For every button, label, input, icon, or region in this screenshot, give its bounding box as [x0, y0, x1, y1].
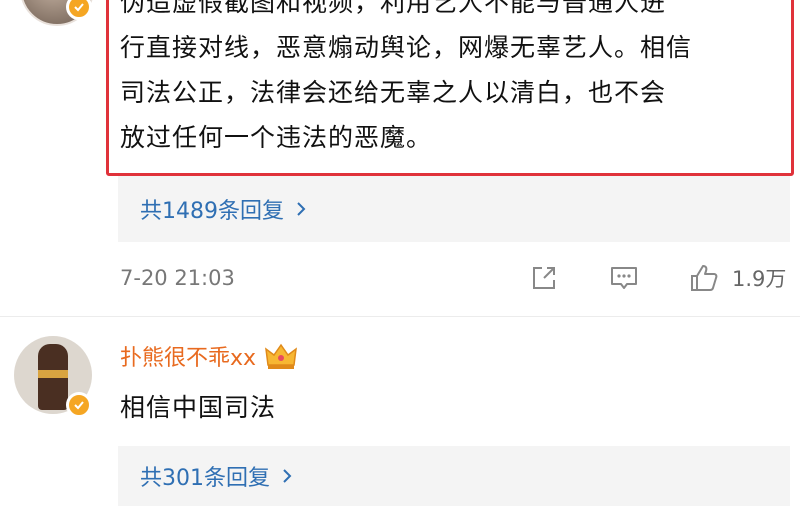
replies-count-label: 共301条回复	[140, 466, 270, 491]
thumbs-up-icon	[691, 265, 718, 291]
crown-icon	[265, 343, 298, 369]
username-label: 扑熊很不乖xx	[120, 346, 257, 371]
like-button[interactable]: 1.9万	[688, 262, 786, 294]
replies-count-label: 共1489条回复	[140, 199, 284, 224]
timestamp: 7-20 21:03	[120, 266, 235, 290]
comment-line: 行直接对线，恶意煽动舆论，网爆无辜艺人。相信	[120, 33, 693, 62]
comment-text: 伪造虚假截图和视频，利用艺人不能与普通人进 行直接对线，恶意煽动舆论，网爆无辜艺…	[120, 0, 780, 160]
divider	[0, 316, 800, 317]
view-replies-button[interactable]: 共1489条回复	[118, 176, 790, 242]
comment-line: 伪造虚假截图和视频，利用艺人不能与普通人进	[120, 0, 667, 17]
username[interactable]: 扑熊很不乖xx	[120, 340, 298, 372]
share-button[interactable]	[528, 262, 560, 294]
comment-meta-row: 7-20 21:03 1.9万	[0, 258, 800, 302]
comment-line: 放过任何一个违法的恶魔。	[120, 123, 433, 152]
share-icon	[533, 267, 555, 289]
chevron-right-icon	[283, 469, 292, 483]
like-count: 1.9万	[732, 267, 787, 291]
comment-icon	[611, 267, 637, 289]
comment-text: 相信中国司法	[120, 393, 277, 422]
verified-badge-icon	[66, 0, 92, 20]
verified-badge-icon	[66, 392, 92, 418]
comment-button[interactable]	[608, 262, 640, 294]
comment-line: 司法公正，法律会还给无辜之人以清白，也不会	[120, 78, 667, 107]
chevron-right-icon	[297, 202, 306, 216]
view-replies-button[interactable]: 共301条回复	[118, 446, 790, 506]
